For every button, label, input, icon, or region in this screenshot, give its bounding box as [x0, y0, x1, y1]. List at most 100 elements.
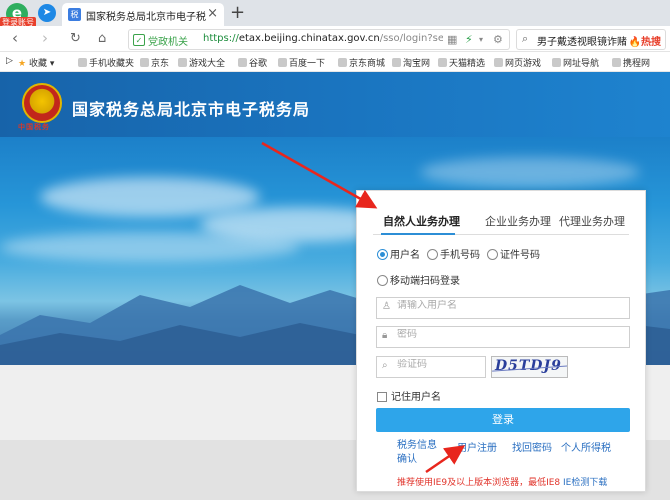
link-recover-password[interactable]: 找回密码 — [512, 439, 552, 454]
captcha-field[interactable]: ⌕ — [376, 356, 486, 378]
bookmark-item[interactable]: 百度一下 — [278, 56, 325, 69]
bookmark-label: 携程网 — [623, 59, 651, 69]
login-panel: 自然人业务办理 企业业务办理 代理业务办理 用户名 手机号码 证件号码 移动端扫… — [356, 190, 646, 492]
site-title: 国家税务总局北京市电子税务局 — [72, 100, 311, 119]
bookmark-favorites[interactable]: ★ 收藏 ▾ — [18, 56, 54, 69]
bookmark-item[interactable]: 网页游戏 — [494, 56, 541, 69]
radio-username[interactable]: 用户名 — [377, 246, 420, 261]
captcha-image[interactable]: D5TDJ9 — [491, 356, 568, 378]
lightning-icon[interactable]: ⚡ — [465, 33, 473, 46]
remember-username[interactable]: 记住用户名 — [377, 388, 441, 403]
bookmark-item[interactable]: 京东 — [140, 56, 169, 69]
address-bar-row: ‹ › ↻ ⌂ ✓ 党政机关 https://etax.beijing.chin… — [0, 26, 670, 52]
favicon-icon — [238, 58, 247, 67]
favicon-icon — [140, 58, 149, 67]
tab-close-icon[interactable]: × — [207, 6, 218, 21]
extension-icon[interactable]: ⚙ — [493, 33, 503, 46]
gov-label: 党政机关 — [148, 37, 188, 48]
favicon-icon — [278, 58, 287, 67]
bookmark-label: 收藏 — [28, 59, 47, 69]
bookmarks-toggle-icon[interactable]: ▷ — [6, 56, 13, 66]
hot-label: 热搜 — [641, 37, 661, 48]
qr-icon[interactable]: ▦ — [447, 33, 457, 46]
tab-enterprise[interactable]: 企业业务办理 — [485, 213, 551, 229]
bookmark-label: 淘宝网 — [403, 59, 431, 69]
url-box[interactable]: ✓ 党政机关 https://etax.beijing.chinatax.gov… — [128, 29, 510, 50]
favicon-icon — [338, 58, 347, 67]
link-register[interactable]: 用户注册 — [457, 439, 497, 454]
bookmark-label: 游戏大全 — [189, 59, 226, 69]
radio-label: 手机号码 — [440, 250, 480, 261]
radio-label: 移动端扫码登录 — [390, 276, 460, 287]
bookmark-label: 手机收藏夹 — [89, 59, 135, 69]
dropdown-icon[interactable]: ▾ — [479, 35, 483, 44]
emblem-text: 中国税务 — [18, 123, 50, 131]
browser-tip-text: 推荐使用IE9及以上版本浏览器，最低IE8 — [397, 478, 561, 488]
login-button[interactable]: 登录 — [376, 408, 630, 432]
bookmark-label: 京东商城 — [349, 59, 386, 69]
tab-favicon-icon: 税 — [68, 8, 81, 21]
captcha-input[interactable] — [397, 359, 482, 370]
link-personal-income-tax[interactable]: 个人所得税 — [561, 439, 611, 454]
browser-tab-bar: e 登录账号 ➤ 税 国家税务总局北京市电子税务局 × + — [0, 0, 670, 29]
cloud-decoration — [40, 177, 260, 217]
password-field[interactable]: 🔒︎ — [376, 326, 630, 348]
bookmark-label: 百度一下 — [289, 59, 326, 69]
login-tabs: 自然人业务办理 企业业务办理 代理业务办理 — [373, 209, 629, 235]
back-icon[interactable]: ‹ — [12, 29, 18, 47]
bookmark-label: 谷歌 — [249, 59, 268, 69]
radio-id-number[interactable]: 证件号码 — [487, 246, 540, 261]
radio-phone[interactable]: 手机号码 — [427, 246, 480, 261]
bookmark-item[interactable]: 携程网 — [612, 56, 650, 69]
forward-icon[interactable]: › — [42, 29, 48, 47]
fire-icon: 🔥 — [628, 37, 641, 48]
tab-title: 国家税务总局北京市电子税务局 — [86, 12, 206, 23]
cloud-decoration — [420, 157, 640, 187]
remember-label: 记住用户名 — [391, 392, 441, 403]
bookmark-item[interactable]: 京东商城 — [338, 56, 385, 69]
favicon-icon — [438, 58, 447, 67]
bookmark-label: 天猫精选 — [449, 59, 486, 69]
lock-icon: 🔒︎ — [382, 330, 388, 341]
tax-emblem-icon — [22, 83, 62, 123]
radio-icon — [487, 249, 498, 260]
home-icon[interactable]: ⌂ — [98, 31, 106, 46]
search-icon: ⌕ — [382, 360, 388, 371]
hot-search-badge[interactable]: 🔥热搜 — [629, 33, 661, 48]
radio-icon — [427, 249, 438, 260]
new-tab-icon[interactable]: + — [230, 2, 245, 23]
tab-individual[interactable]: 自然人业务办理 — [383, 213, 460, 229]
active-tab[interactable]: 税 国家税务总局北京市电子税务局 × — [62, 3, 224, 26]
search-query[interactable]: 男子戴透视眼镜诈赌 — [537, 33, 627, 48]
site-header: 中国税务 国家税务总局北京市电子税务局 — [0, 72, 670, 137]
checkbox-icon[interactable] — [377, 392, 387, 402]
username-field[interactable]: ♙ — [376, 297, 630, 319]
username-input[interactable] — [397, 300, 597, 311]
bookmark-item[interactable]: 手机收藏夹 — [78, 56, 134, 69]
radio-qr-login[interactable]: 移动端扫码登录 — [377, 272, 460, 287]
search-box[interactable]: ⌕ 男子戴透视眼镜诈赌 🔥热搜 — [516, 29, 666, 50]
favicon-icon — [552, 58, 561, 67]
user-icon: ♙ — [382, 301, 391, 312]
bookmarks-bar: ▷ ★ 收藏 ▾ 手机收藏夹 京东 游戏大全 谷歌 百度一下 京东商城 淘宝网 … — [0, 52, 670, 72]
bookmark-item[interactable]: 天猫精选 — [438, 56, 485, 69]
bookmark-item[interactable]: 网址导航 — [552, 56, 599, 69]
ie-check-link[interactable]: IE检测下载 — [563, 478, 607, 488]
tab-agent[interactable]: 代理业务办理 — [559, 213, 625, 229]
url-text[interactable]: https://etax.beijing.chinatax.gov.cn/sso… — [203, 33, 443, 44]
favicon-icon — [78, 58, 87, 67]
bookmark-label: 京东 — [151, 59, 170, 69]
password-input[interactable] — [397, 329, 597, 340]
navigation-icon[interactable]: ➤ — [38, 4, 56, 22]
favicon-icon — [612, 58, 621, 67]
link-tax-info-confirm[interactable]: 税务信息确认 — [397, 439, 437, 467]
url-scheme: https:// — [203, 33, 239, 44]
bookmark-item[interactable]: 游戏大全 — [178, 56, 225, 69]
search-icon: ⌕ — [522, 32, 529, 45]
reload-icon[interactable]: ↻ — [70, 31, 81, 46]
bookmark-item[interactable]: 谷歌 — [238, 56, 267, 69]
favicon-icon — [178, 58, 187, 67]
bookmark-item[interactable]: 淘宝网 — [392, 56, 430, 69]
bookmark-label: 网址导航 — [563, 59, 600, 69]
radio-selected-icon — [377, 249, 388, 260]
